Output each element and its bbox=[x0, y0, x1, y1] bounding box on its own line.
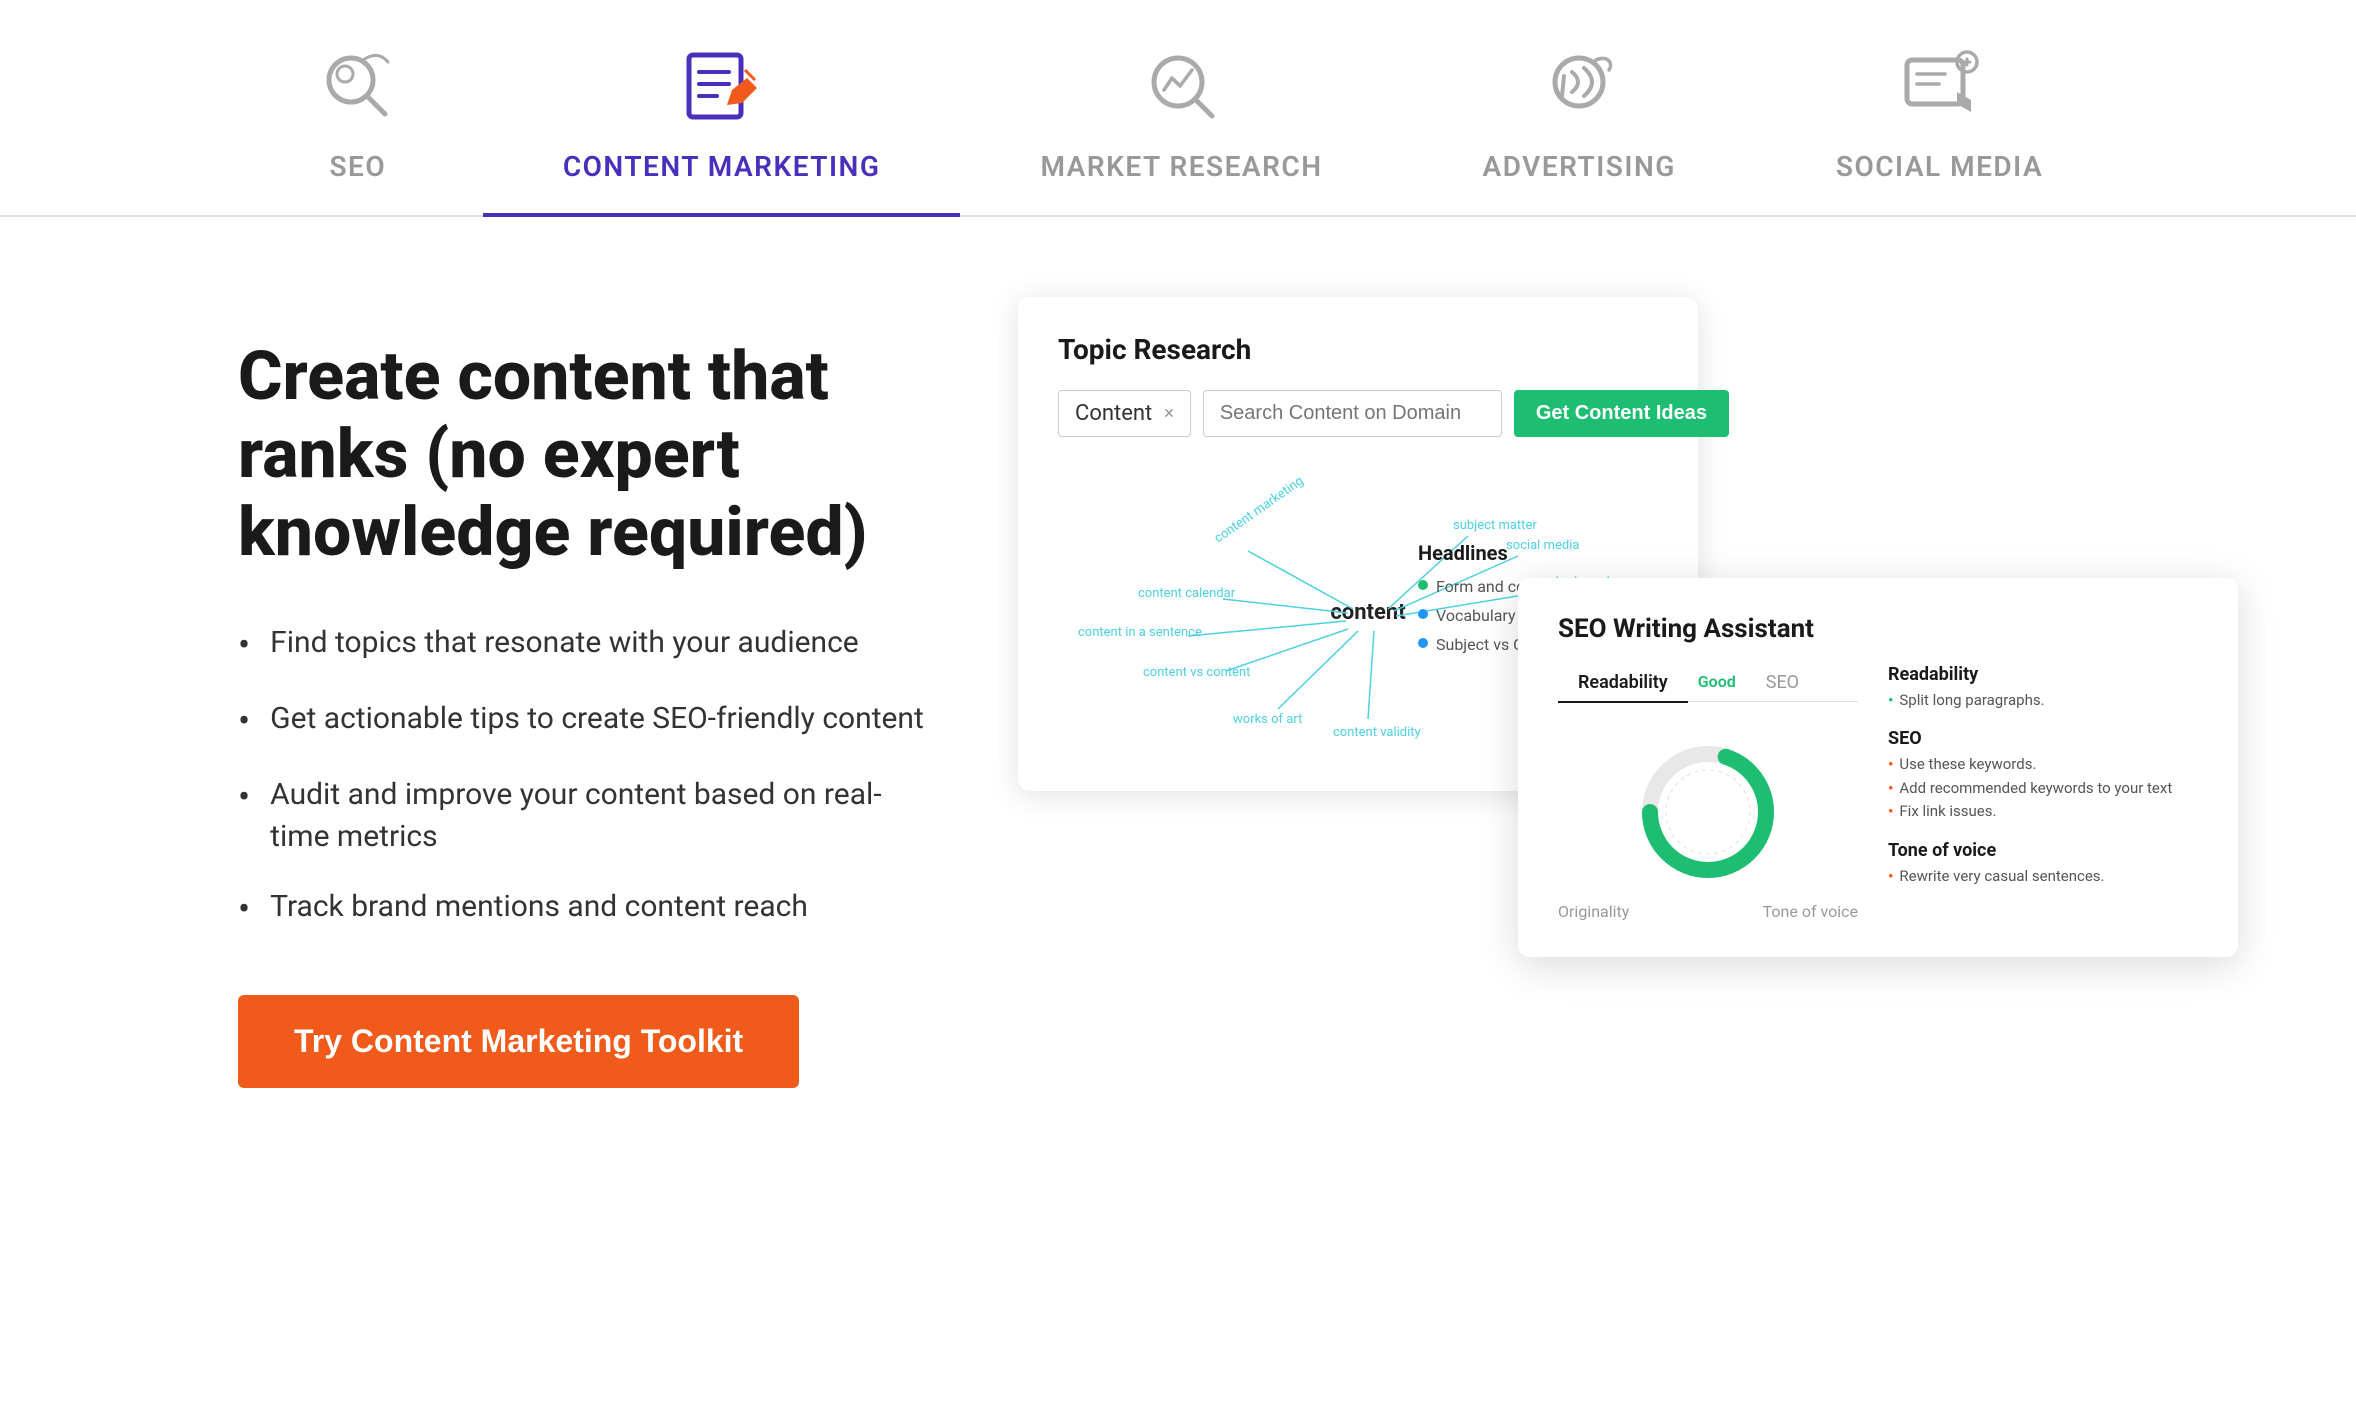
right-panel: Topic Research Content × Get Content Ide… bbox=[1018, 297, 2118, 897]
metric-tone-item-1: Rewrite very casual sentences. bbox=[1888, 867, 2198, 887]
search-row: Content × Get Content Ideas bbox=[1058, 390, 1658, 437]
main-content: Create content that ranks (no expert kno… bbox=[78, 217, 2278, 1148]
svg-text:content in a sentence: content in a sentence bbox=[1078, 625, 1202, 640]
gauge-labels: Originality Tone of voice bbox=[1558, 902, 1858, 921]
metric-tone: Tone of voice Rewrite very casual senten… bbox=[1888, 840, 2198, 887]
gauge-svg bbox=[1628, 732, 1788, 892]
clear-tag-button[interactable]: × bbox=[1164, 403, 1174, 424]
metric-seo-item-3: Fix link issues. bbox=[1888, 802, 2198, 822]
tab-market-research[interactable]: MARKET RESEARCH bbox=[960, 40, 1402, 213]
svg-text:works of art: works of art bbox=[1233, 712, 1302, 727]
metric-tone-title: Tone of voice bbox=[1888, 840, 2198, 861]
market-research-icon bbox=[1136, 40, 1226, 130]
topic-research-title: Topic Research bbox=[1058, 333, 1658, 366]
tab-seo-score[interactable]: SEO bbox=[1746, 664, 1819, 702]
metric-seo-title: SEO bbox=[1888, 728, 2198, 749]
search-tag-text: Content bbox=[1075, 401, 1152, 426]
originality-label: Originality bbox=[1558, 902, 1629, 921]
tab-advertising[interactable]: ADVERTISING bbox=[1403, 40, 1756, 213]
svg-text:content validity: content validity bbox=[1333, 725, 1421, 740]
tab-seo[interactable]: SEO bbox=[233, 40, 483, 213]
svg-text:content vs content: content vs content bbox=[1143, 665, 1250, 680]
seo-tabs-area: Readability Good SEO bbox=[1558, 664, 1858, 922]
search-domain-input[interactable] bbox=[1203, 390, 1502, 437]
left-panel: Create content that ranks (no expert kno… bbox=[238, 297, 938, 1088]
tab-good[interactable]: Good bbox=[1688, 664, 1746, 702]
tab-social-media[interactable]: SOCIAL MEDIA bbox=[1756, 40, 2123, 213]
headline-dot-3 bbox=[1418, 638, 1428, 648]
svg-text:subject matter: subject matter bbox=[1453, 518, 1537, 533]
main-headline: Create content that ranks (no expert kno… bbox=[238, 337, 938, 572]
tab-market-research-label: MARKET RESEARCH bbox=[1040, 150, 1322, 183]
metric-seo-item-1: Use these keywords. bbox=[1888, 755, 2198, 775]
seo-card-body: Readability Good SEO bbox=[1558, 664, 2198, 922]
metric-readability: Readability Split long paragraphs. bbox=[1888, 664, 2198, 711]
get-ideas-button[interactable]: Get Content Ideas bbox=[1514, 390, 1729, 437]
tab-readability[interactable]: Readability bbox=[1558, 664, 1688, 703]
feature-item-3: Audit and improve your content based on … bbox=[238, 774, 938, 858]
metric-readability-item-1: Split long paragraphs. bbox=[1888, 691, 2198, 711]
gauge-area: Originality Tone of voice bbox=[1558, 722, 1858, 921]
tab-social-media-label: SOCIAL MEDIA bbox=[1836, 150, 2043, 183]
nav-tabs: SEO CONTENT MARKETING MARKET RESEARCH bbox=[0, 0, 2356, 217]
tab-advertising-label: ADVERTISING bbox=[1483, 150, 1676, 183]
seo-card-title: SEO Writing Assistant bbox=[1558, 614, 2198, 644]
metric-readability-title: Readability bbox=[1888, 664, 2198, 685]
metric-seo: SEO Use these keywords. Add recommended … bbox=[1888, 728, 2198, 822]
tab-content-marketing[interactable]: CONTENT MARKETING bbox=[483, 40, 961, 217]
social-media-icon bbox=[1895, 40, 1985, 130]
svg-text:content calendar: content calendar bbox=[1138, 586, 1236, 601]
feature-list: Find topics that resonate with your audi… bbox=[238, 622, 938, 935]
tab-content-marketing-label: CONTENT MARKETING bbox=[563, 150, 881, 183]
cta-button[interactable]: Try Content Marketing Toolkit bbox=[238, 995, 799, 1088]
search-tag: Content × bbox=[1058, 390, 1191, 437]
feature-item-1: Find topics that resonate with your audi… bbox=[238, 622, 938, 670]
svg-text:content marketing: content marketing bbox=[1212, 474, 1307, 547]
feature-item-4: Track brand mentions and content reach bbox=[238, 886, 938, 934]
tab-seo-label: SEO bbox=[329, 150, 386, 183]
seo-writing-assistant-card: SEO Writing Assistant Readability Good S… bbox=[1518, 578, 2238, 958]
seo-icon bbox=[313, 40, 403, 130]
seo-metrics: Readability Split long paragraphs. SEO U… bbox=[1888, 664, 2198, 905]
tone-of-voice-label: Tone of voice bbox=[1763, 902, 1858, 921]
content-marketing-icon bbox=[677, 40, 767, 130]
headline-dot-1 bbox=[1418, 580, 1428, 590]
feature-item-2: Get actionable tips to create SEO-friend… bbox=[238, 698, 938, 746]
seo-tab-row: Readability Good SEO bbox=[1558, 664, 1858, 703]
headline-dot-2 bbox=[1418, 609, 1428, 619]
metric-seo-item-2: Add recommended keywords to your text bbox=[1888, 779, 2198, 799]
headlines-title: Headlines bbox=[1418, 541, 1658, 565]
advertising-icon bbox=[1534, 40, 1624, 130]
